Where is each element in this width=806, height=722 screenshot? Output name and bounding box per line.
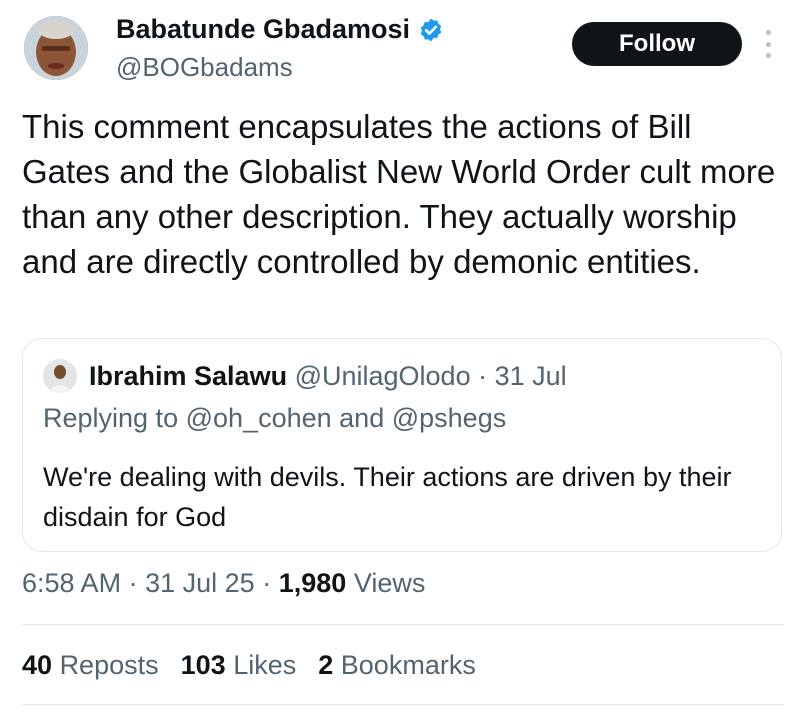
- quoted-display-name: Ibrahim Salawu: [89, 361, 288, 391]
- author-handle[interactable]: @BOGbadams: [116, 52, 293, 83]
- quoted-date: 31 Jul: [494, 361, 567, 391]
- more-vertical-icon[interactable]: [760, 30, 776, 58]
- quoted-author-avatar: [43, 359, 77, 393]
- quoted-handle: @UnilagOlodo: [294, 361, 471, 391]
- mention-link[interactable]: @pshegs: [392, 403, 506, 433]
- likes-stat[interactable]: 103 Likes: [181, 650, 297, 681]
- quoted-header: Ibrahim Salawu @UnilagOlodo · 31 Jul: [89, 361, 567, 392]
- quoted-text: We're dealing with devils. Their actions…: [43, 462, 732, 532]
- engagement-stats: 40 Reposts 103 Likes 2 Bookmarks: [22, 650, 476, 681]
- follow-button[interactable]: Follow: [572, 22, 742, 66]
- replying-to-prefix: Replying to: [43, 403, 179, 433]
- reposts-stat[interactable]: 40 Reposts: [22, 650, 159, 681]
- tweet-meta: 6:58 AM · 31 Jul 25 · 1,980 Views: [22, 568, 425, 599]
- bookmarks-label: Bookmarks: [340, 650, 476, 680]
- mention-link[interactable]: @oh_cohen: [186, 403, 332, 433]
- verified-badge-icon: [420, 18, 442, 41]
- author-avatar[interactable]: [24, 16, 88, 80]
- meta-separator: ·: [128, 568, 138, 598]
- tweet-date[interactable]: 31 Jul 25: [145, 568, 255, 598]
- tweet-time[interactable]: 6:58 AM: [22, 568, 121, 598]
- bookmarks-stat[interactable]: 2 Bookmarks: [318, 650, 476, 681]
- tweet-text: This comment encapsulates the actions of…: [22, 108, 776, 280]
- and-word: and: [339, 403, 385, 433]
- replying-to-line: Replying to @oh_cohen and @pshegs: [43, 403, 506, 434]
- meta-separator: ·: [262, 568, 272, 598]
- author-name-row: Babatunde Gbadamosi: [116, 14, 444, 45]
- bookmarks-count: 2: [318, 650, 334, 680]
- quoted-separator: ·: [478, 361, 488, 391]
- likes-label: Likes: [233, 650, 297, 680]
- likes-count: 103: [180, 650, 226, 680]
- divider: [22, 704, 784, 705]
- reposts-count: 40: [22, 650, 53, 680]
- views-count: 1,980: [278, 568, 347, 598]
- author-display-name[interactable]: Babatunde Gbadamosi: [116, 14, 410, 45]
- views-label: Views: [353, 568, 426, 598]
- quoted-tweet-card[interactable]: Ibrahim Salawu @UnilagOlodo · 31 Jul Rep…: [22, 338, 782, 552]
- divider: [22, 624, 784, 625]
- reposts-label: Reposts: [59, 650, 159, 680]
